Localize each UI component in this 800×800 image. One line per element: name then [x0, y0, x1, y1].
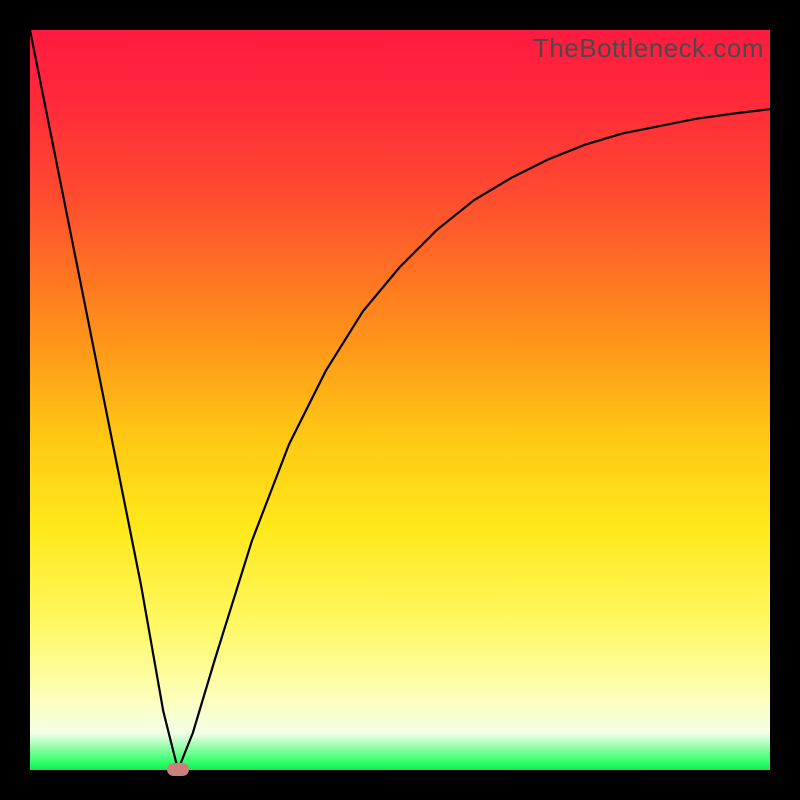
curve-path: [30, 30, 770, 770]
plot-area: TheBottleneck.com: [30, 30, 770, 770]
chart-frame: TheBottleneck.com: [0, 0, 800, 800]
bottleneck-curve: [30, 30, 770, 770]
optimum-marker: [167, 763, 189, 776]
